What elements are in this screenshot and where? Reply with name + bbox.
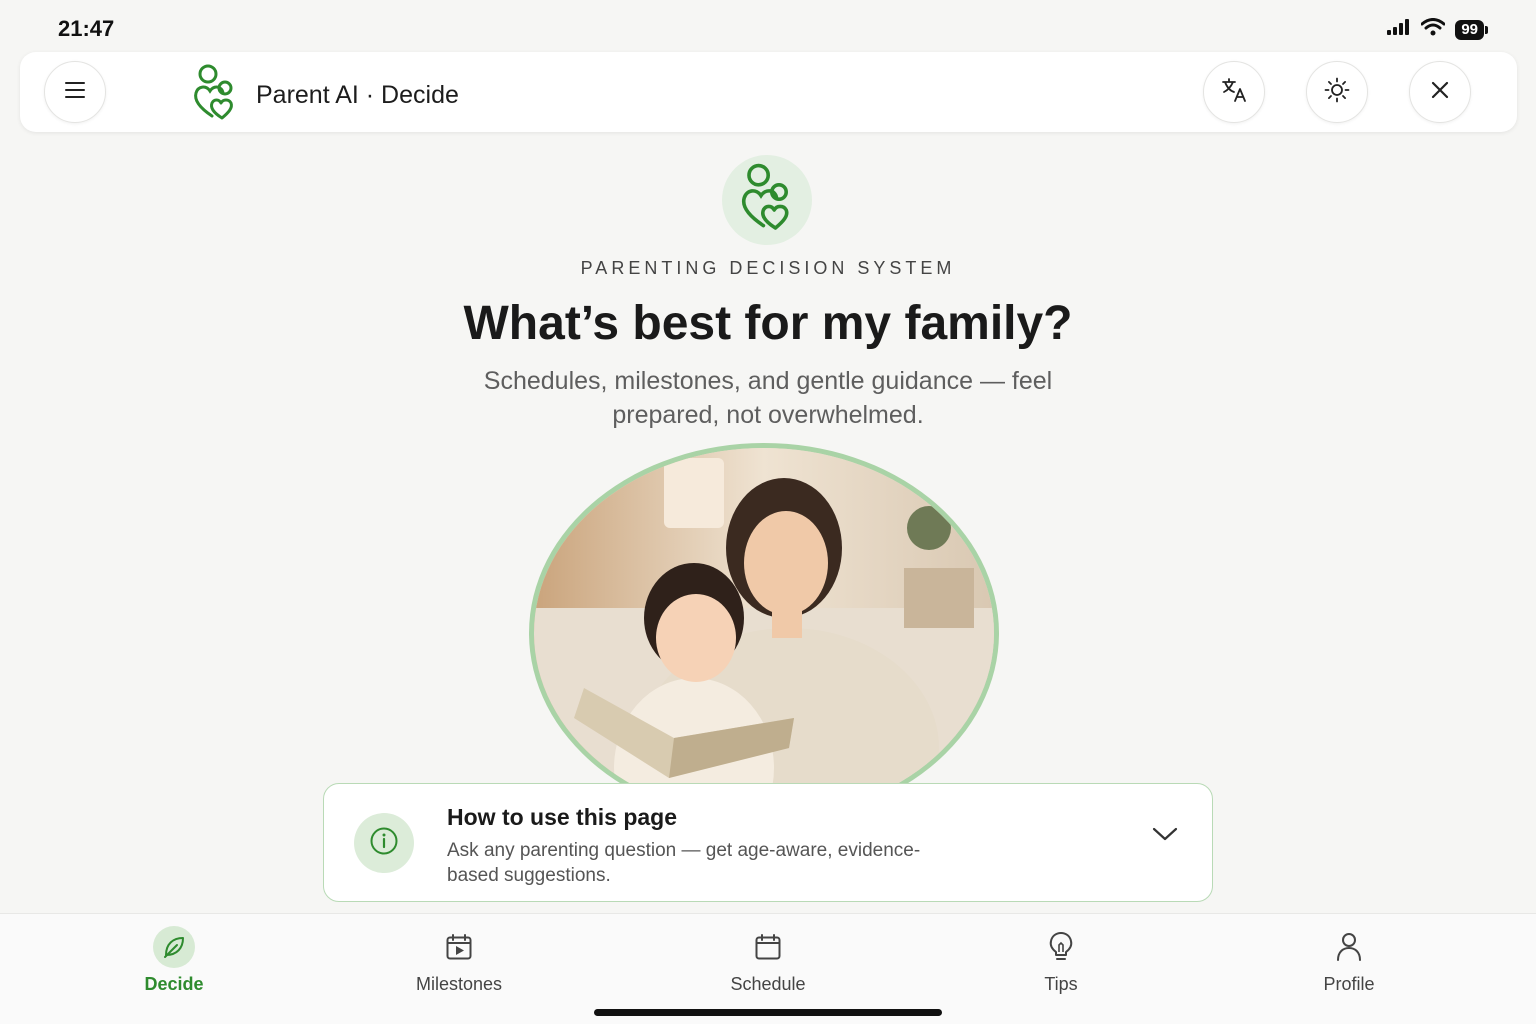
sun-icon (1324, 77, 1350, 108)
nav-item-milestones[interactable]: Milestones (379, 914, 539, 1014)
info-icon (369, 826, 399, 861)
page-headline: What’s best for my family? (463, 297, 1073, 350)
nav-label: Profile (1323, 974, 1375, 994)
translate-button[interactable] (1203, 61, 1265, 123)
menu-icon (65, 81, 85, 104)
close-icon (1431, 81, 1449, 104)
battery-icon: 99 (1455, 19, 1488, 40)
hero-logo-badge (722, 155, 812, 245)
nav-item-schedule[interactable]: Schedule (688, 914, 848, 1014)
how-to-use-card[interactable]: How to use this page Ask any parenting q… (323, 783, 1213, 902)
close-button[interactable] (1409, 61, 1471, 123)
chevron-down-icon[interactable] (1152, 826, 1178, 847)
brand: Parent AI · Decide (190, 64, 459, 127)
status-time: 21:47 (58, 16, 115, 41)
app-title: Parent AI · Decide (256, 81, 459, 109)
parent-child-heart-logo-icon (737, 163, 797, 238)
page-subtitle: Schedules, milestones, and gentle guidan… (483, 367, 1053, 429)
hero-photo-mother-reading-to-child (529, 443, 999, 823)
nav-item-decide[interactable]: Decide (94, 914, 254, 1014)
home-indicator[interactable] (594, 1009, 942, 1016)
info-badge (354, 813, 414, 873)
eyebrow-label: PARENTING DECISION SYSTEM (580, 258, 956, 278)
person-icon (1328, 926, 1370, 968)
translate-icon (1221, 77, 1247, 108)
calendar-play-icon (438, 926, 480, 968)
top-app-bar: Parent AI · Decide (20, 52, 1517, 132)
card-body: Ask any parenting question — get age-awa… (447, 840, 921, 886)
nav-label: Milestones (415, 974, 503, 994)
calendar-icon (747, 926, 789, 968)
card-title: How to use this page (447, 804, 678, 830)
nav-label: Schedule (730, 974, 806, 994)
signal-icon (1387, 19, 1411, 40)
status-icons: 99 (1387, 18, 1488, 41)
nav-item-profile[interactable]: Profile (1269, 914, 1429, 1014)
parent-child-heart-logo-icon (190, 64, 240, 127)
nav-label: Decide (144, 974, 204, 994)
nav-label: Tips (1044, 974, 1078, 994)
leaf-icon (153, 926, 195, 968)
wifi-icon (1420, 18, 1446, 41)
menu-button[interactable] (44, 61, 106, 123)
theme-toggle-button[interactable] (1306, 61, 1368, 123)
bottom-navigation: Decide Milestones Schedule Tips Profile (0, 913, 1536, 1024)
lightbulb-icon (1040, 926, 1082, 968)
nav-item-tips[interactable]: Tips (981, 914, 1141, 1014)
status-bar: 21:47 99 (0, 0, 1536, 52)
